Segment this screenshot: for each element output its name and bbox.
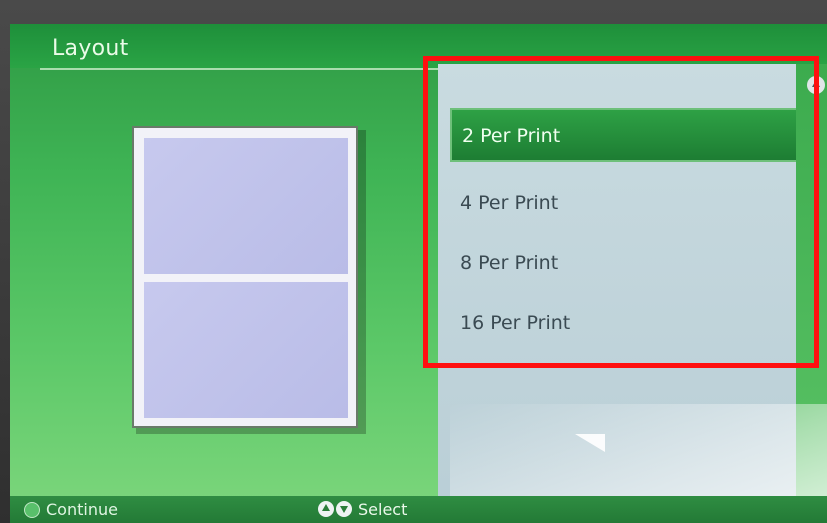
arrow-down-icon <box>336 501 352 517</box>
bottom-bar: Continue Select <box>10 496 827 523</box>
preview-pane-bottom <box>144 282 348 418</box>
ok-button-icon <box>24 502 40 518</box>
preview-pane-top <box>144 138 348 274</box>
glare-reflection <box>575 434 605 452</box>
page-title: Layout <box>52 36 129 61</box>
arrow-up-icon <box>318 501 334 517</box>
select-hint: Select <box>358 500 408 519</box>
continue-hint: Continue <box>46 500 118 519</box>
highlight-box <box>423 56 819 368</box>
layout-preview <box>132 126 358 428</box>
